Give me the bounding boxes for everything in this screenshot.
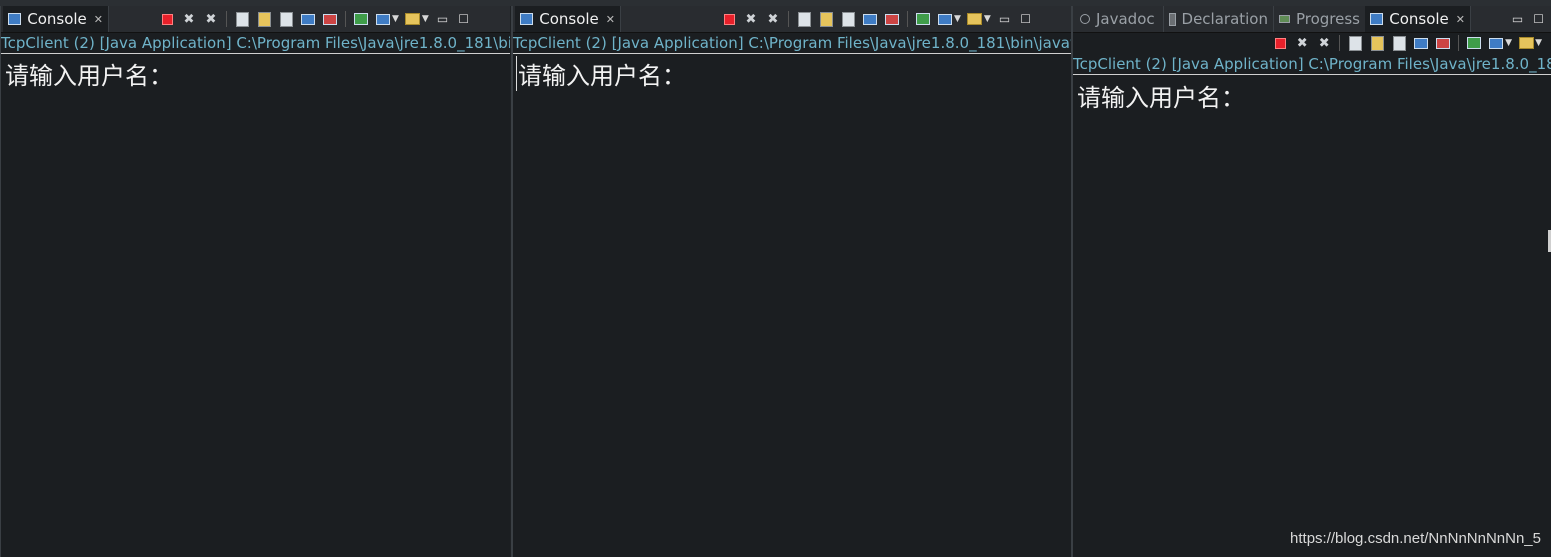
tab-label: Console xyxy=(539,10,599,28)
console-toolbar: ✖ ✖ ▼ ▼ ▭ ☐ xyxy=(156,10,474,28)
word-wrap-icon[interactable] xyxy=(278,11,294,27)
toolbar-separator xyxy=(907,11,908,27)
tab-label: Console xyxy=(1389,10,1449,28)
toolbar-separator xyxy=(788,11,789,27)
show-on-stderr-icon[interactable] xyxy=(1435,35,1451,51)
console-toolbar: ✖ ✖ ▼ ▼ xyxy=(1269,34,1545,52)
console-icon xyxy=(520,13,534,25)
show-on-stdout-icon[interactable] xyxy=(300,11,316,27)
process-label: TcpClient (2) [Java Application] C:\Prog… xyxy=(1,33,510,54)
tab-label: Console xyxy=(27,10,87,28)
process-label: TcpClient (2) [Java Application] C:\Prog… xyxy=(513,34,1071,54)
maximize-icon[interactable]: ☐ xyxy=(1020,12,1031,26)
maximize-icon[interactable]: ☐ xyxy=(458,12,469,26)
console-icon xyxy=(1370,13,1384,25)
tab-bar: Javadoc Declaration Progress Console ✕ ▭… xyxy=(1073,6,1551,33)
toolbar-separator xyxy=(1458,35,1460,51)
close-icon[interactable]: ✕ xyxy=(606,13,615,26)
console-toolbar: ✖ ✖ ▼ ▼ ▭ ☐ xyxy=(718,10,1036,28)
clear-console-icon[interactable] xyxy=(234,11,250,27)
remove-all-terminated-icon[interactable]: ✖ xyxy=(203,11,219,27)
show-on-stdout-icon[interactable] xyxy=(862,11,878,27)
open-console-icon[interactable] xyxy=(405,11,421,27)
console-output[interactable]: 请输入用户名： xyxy=(5,56,173,91)
remove-launch-icon[interactable]: ✖ xyxy=(181,11,197,27)
progress-icon xyxy=(1279,15,1290,23)
chevron-down-icon[interactable]: ▼ xyxy=(392,14,399,24)
clear-console-icon[interactable] xyxy=(1347,35,1363,51)
tab-javadoc[interactable]: Javadoc xyxy=(1075,6,1163,32)
close-icon[interactable]: ✕ xyxy=(1456,13,1465,26)
console-output[interactable]: 请输入用户名： xyxy=(516,56,686,91)
tab-bar: Console ✕ ✖ ✖ ▼ ▼ ▭ ☐ xyxy=(1,6,510,33)
pin-console-icon[interactable] xyxy=(915,11,931,27)
scroll-lock-icon[interactable] xyxy=(256,11,272,27)
tab-label: Javadoc xyxy=(1096,10,1155,28)
console-panel-1: Console ✕ ✖ ✖ ▼ ▼ ▭ ☐ TcpClient (2) [Jav… xyxy=(0,6,510,557)
chevron-down-icon[interactable]: ▼ xyxy=(1535,38,1542,48)
display-console-icon[interactable] xyxy=(375,11,391,27)
declaration-icon xyxy=(1169,12,1176,26)
clear-console-icon[interactable] xyxy=(796,11,812,27)
chevron-down-icon[interactable]: ▼ xyxy=(954,14,961,24)
watermark: https://blog.csdn.net/NnNnNnNnNn_5 xyxy=(1290,530,1541,547)
console-panel-3: Javadoc Declaration Progress Console ✕ ▭… xyxy=(1071,6,1551,557)
tab-bar: Console ✕ ✖ ✖ ▼ ▼ ▭ ☐ xyxy=(513,6,1071,33)
close-icon[interactable]: ✕ xyxy=(94,13,103,26)
display-console-icon[interactable] xyxy=(937,11,953,27)
tab-label: Progress xyxy=(1295,10,1360,28)
pin-console-icon[interactable] xyxy=(1466,35,1482,51)
scroll-lock-icon[interactable] xyxy=(1369,35,1385,51)
view-controls: ▭ ☐ xyxy=(1507,10,1549,28)
chevron-down-icon[interactable]: ▼ xyxy=(1505,38,1512,48)
tab-declaration[interactable]: Declaration xyxy=(1163,6,1273,32)
display-console-icon[interactable] xyxy=(1488,35,1504,51)
process-label: TcpClient (2) [Java Application] C:\Prog… xyxy=(1073,54,1551,75)
remove-launch-icon[interactable]: ✖ xyxy=(1294,35,1310,51)
tab-label: Declaration xyxy=(1181,10,1268,28)
console-icon xyxy=(8,13,22,25)
toolbar-separator xyxy=(226,11,227,27)
minimize-icon[interactable]: ▭ xyxy=(437,12,448,26)
show-on-stderr-icon[interactable] xyxy=(322,11,338,27)
tab-console[interactable]: Console ✕ xyxy=(515,6,621,32)
tab-console[interactable]: Console ✕ xyxy=(3,6,109,32)
pin-console-icon[interactable] xyxy=(353,11,369,27)
maximize-icon[interactable]: ☐ xyxy=(1533,12,1544,26)
terminate-icon[interactable] xyxy=(1272,35,1288,51)
chevron-down-icon[interactable]: ▼ xyxy=(422,14,429,24)
remove-launch-icon[interactable]: ✖ xyxy=(743,11,759,27)
minimize-icon[interactable]: ▭ xyxy=(1512,12,1523,26)
terminate-icon[interactable] xyxy=(721,11,737,27)
open-console-icon[interactable] xyxy=(1518,35,1534,51)
minimize-icon[interactable]: ▭ xyxy=(999,12,1010,26)
remove-all-terminated-icon[interactable]: ✖ xyxy=(1316,35,1332,51)
toolbar-separator xyxy=(345,11,346,27)
terminate-icon[interactable] xyxy=(159,11,175,27)
tab-console[interactable]: Console ✕ xyxy=(1365,6,1471,32)
chevron-down-icon[interactable]: ▼ xyxy=(984,14,991,24)
show-on-stdout-icon[interactable] xyxy=(1413,35,1429,51)
console-output[interactable]: 请输入用户名： xyxy=(1077,78,1245,113)
scroll-lock-icon[interactable] xyxy=(818,11,834,27)
tab-progress[interactable]: Progress xyxy=(1273,6,1365,32)
show-on-stderr-icon[interactable] xyxy=(884,11,900,27)
open-console-icon[interactable] xyxy=(967,11,983,27)
word-wrap-icon[interactable] xyxy=(1391,35,1407,51)
remove-all-terminated-icon[interactable]: ✖ xyxy=(765,11,781,27)
toolbar-separator xyxy=(1339,35,1341,51)
javadoc-icon xyxy=(1080,14,1090,24)
word-wrap-icon[interactable] xyxy=(840,11,856,27)
console-panel-2: Console ✕ ✖ ✖ ▼ ▼ ▭ ☐ TcpClient (2) [Jav… xyxy=(511,6,1071,557)
